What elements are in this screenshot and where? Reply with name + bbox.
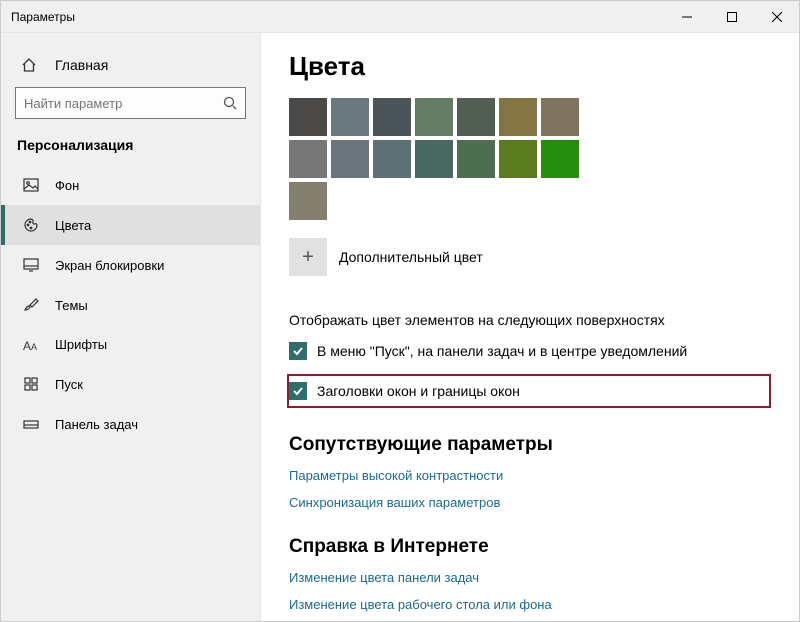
section-header: Персонализация <box>1 137 260 165</box>
color-swatch[interactable] <box>415 140 453 178</box>
checkbox-start-taskbar[interactable]: В меню "Пуск", на панели задач и в центр… <box>289 342 771 360</box>
sidebar: Главная Персонализация Фон Цвета Экран б… <box>1 33 261 621</box>
plus-icon: + <box>289 238 327 276</box>
sidebar-item-fonts[interactable]: AA Шрифты <box>1 325 260 364</box>
sidebar-item-start[interactable]: Пуск <box>1 364 260 404</box>
window-title: Параметры <box>11 10 664 24</box>
taskbar-icon <box>21 416 41 432</box>
search-icon <box>223 96 237 110</box>
color-swatch[interactable] <box>457 98 495 136</box>
titlebar: Параметры <box>1 1 799 33</box>
color-swatch-grid <box>289 98 619 220</box>
checkbox-checked-icon <box>289 382 307 400</box>
palette-icon <box>21 217 41 233</box>
sidebar-item-colors[interactable]: Цвета <box>1 205 260 245</box>
sidebar-item-lockscreen[interactable]: Экран блокировки <box>1 245 260 285</box>
color-swatch[interactable] <box>289 182 327 220</box>
related-heading: Сопутствующие параметры <box>289 434 771 456</box>
color-swatch[interactable] <box>289 140 327 178</box>
home-icon <box>21 57 41 73</box>
add-color-button[interactable]: + Дополнительный цвет <box>289 238 771 276</box>
sidebar-item-label: Панель задач <box>55 417 138 432</box>
sidebar-item-label: Шрифты <box>55 337 107 352</box>
minimize-button[interactable] <box>664 1 709 33</box>
link-high-contrast[interactable]: Параметры высокой контрастности <box>289 468 771 483</box>
color-swatch[interactable] <box>541 140 579 178</box>
color-swatch[interactable] <box>457 140 495 178</box>
sidebar-item-label: Фон <box>55 178 79 193</box>
link-sync-settings[interactable]: Синхронизация ваших параметров <box>289 495 771 510</box>
content-pane: Цвета + Дополнительный цвет Отображать ц… <box>261 33 799 621</box>
sidebar-item-label: Экран блокировки <box>55 258 164 273</box>
svg-text:A: A <box>31 342 37 352</box>
page-title: Цвета <box>289 51 771 82</box>
maximize-button[interactable] <box>709 1 754 33</box>
font-icon: AA <box>21 338 41 352</box>
checkbox-checked-icon <box>289 342 307 360</box>
color-swatch[interactable] <box>415 98 453 136</box>
home-link[interactable]: Главная <box>1 51 260 83</box>
search-input[interactable] <box>24 96 223 111</box>
checkbox-label: Заголовки окон и границы окон <box>317 383 520 399</box>
checkbox-title-borders[interactable]: Заголовки окон и границы окон <box>287 374 771 408</box>
add-color-label: Дополнительный цвет <box>339 249 483 265</box>
color-swatch[interactable] <box>373 140 411 178</box>
sidebar-item-label: Пуск <box>55 377 83 392</box>
brush-icon <box>21 297 41 313</box>
home-label: Главная <box>55 57 108 73</box>
link-change-desktop-color[interactable]: Изменение цвета рабочего стола или фона <box>289 597 771 612</box>
start-icon <box>21 376 41 392</box>
checkbox-label: В меню "Пуск", на панели задач и в центр… <box>317 343 687 359</box>
image-icon <box>21 177 41 193</box>
sidebar-item-label: Темы <box>55 298 88 313</box>
color-swatch[interactable] <box>499 98 537 136</box>
sidebar-item-label: Цвета <box>55 218 91 233</box>
color-swatch[interactable] <box>331 98 369 136</box>
close-button[interactable] <box>754 1 799 33</box>
monitor-icon <box>21 257 41 273</box>
svg-text:A: A <box>23 339 31 352</box>
search-field[interactable] <box>15 87 246 119</box>
color-swatch[interactable] <box>373 98 411 136</box>
color-swatch[interactable] <box>541 98 579 136</box>
color-swatch[interactable] <box>289 98 327 136</box>
color-swatch[interactable] <box>331 140 369 178</box>
sidebar-item-background[interactable]: Фон <box>1 165 260 205</box>
sidebar-item-taskbar[interactable]: Панель задач <box>1 404 260 444</box>
surface-label: Отображать цвет элементов на следующих п… <box>289 312 771 328</box>
link-change-taskbar-color[interactable]: Изменение цвета панели задач <box>289 570 771 585</box>
help-heading: Справка в Интернете <box>289 536 771 558</box>
sidebar-item-themes[interactable]: Темы <box>1 285 260 325</box>
color-swatch[interactable] <box>499 140 537 178</box>
